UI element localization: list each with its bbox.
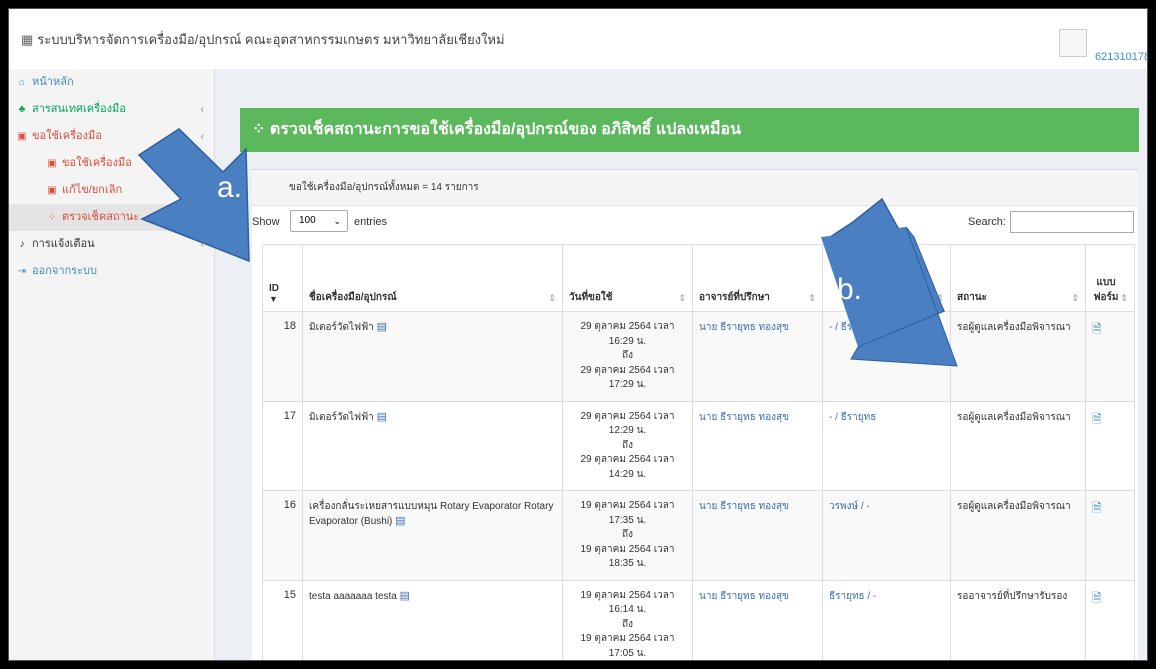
sort-icon: ⇕ — [808, 293, 816, 303]
cell-approver[interactable]: - / ธีรายุทธ — [822, 311, 951, 402]
col-header-name[interactable]: ชื่อเครื่องมือ/อุปกรณ์ ⇕ — [302, 244, 563, 312]
chevron-down-icon: ⌄ — [333, 216, 341, 226]
col-header-date[interactable]: วันที่ขอใช้ ⇕ — [562, 244, 693, 312]
requests-table: ID ▼ ชื่อเครื่องมือ/อุปกรณ์ ⇕ วันที่ขอใช้ ⇕… — [262, 244, 1135, 660]
request-count: ขอใช้เครื่องมือ/อุปกรณ์ทั้งหมด = 14 รายก… — [252, 170, 1138, 206]
document-icon[interactable]: 🗎 — [1092, 322, 1102, 336]
sidebar-item-logout[interactable]: ⇥ ออกจากระบบ — [9, 258, 214, 285]
col-header-advisor[interactable]: อาจารย์ที่ปรึกษา ⇕ — [692, 244, 823, 312]
cell-date: 19 ตุลาคม 2564 เวลา 16:14 น. ถึง 19 ตุลาคม… — [562, 579, 693, 660]
cell-form: 🗎 — [1085, 490, 1135, 581]
chevron-left-icon: ‹ — [200, 239, 204, 250]
sort-desc-icon: ▼ — [269, 294, 278, 304]
users-icon: ♣ — [18, 104, 26, 115]
cell-equipment: testa aaaaaaa testa ▤ — [302, 579, 563, 660]
cell-approver[interactable]: วรพงษ์ / - — [822, 490, 951, 581]
avatar[interactable] — [1059, 29, 1087, 57]
search-label: Search: — [968, 216, 1006, 228]
info-card-icon[interactable]: ▤ — [377, 411, 387, 423]
username[interactable]: 621310178 — [1095, 51, 1147, 63]
top-bar: ▦ ระบบบริหารจัดการเครื่องมือ/อุปกรณ์ คณะอ… — [9, 9, 1147, 70]
calendar-icon: ▣ — [17, 131, 27, 142]
col-header-status[interactable]: สถานะ ⇕ — [950, 244, 1086, 312]
cell-id: 16 — [262, 490, 303, 581]
sort-icon: ⇕ — [678, 293, 686, 303]
document-icon[interactable]: 🗎 — [1092, 501, 1102, 515]
grid-icon: ▦ — [21, 32, 34, 47]
table-header-row: ID ▼ ชื่อเครื่องมือ/อุปกรณ์ ⇕ วันที่ขอใช้ ⇕… — [262, 244, 1135, 312]
cell-approver[interactable]: ธีรายุทธ / - — [822, 579, 951, 660]
document-icon[interactable]: 🗎 — [1092, 591, 1102, 605]
cell-equipment: มิเตอร์วัดไฟฟ้า ▤ — [302, 311, 563, 402]
cell-form: 🗎 — [1085, 579, 1135, 660]
sort-icon: ⇕ — [548, 293, 556, 303]
sort-icon: ⇕ — [1071, 293, 1079, 303]
show-label: Show — [252, 216, 280, 228]
sidebar-item-home[interactable]: ⌂ หน้าหลัก — [9, 69, 214, 96]
spinner-icon: ⁘ — [47, 212, 57, 223]
app-title: ▦ ระบบบริหารจัดการเครื่องมือ/อุปกรณ์ คณะอ… — [21, 32, 505, 47]
logout-icon: ⇥ — [17, 266, 27, 277]
sidebar-item-equipment-info[interactable]: ♣ สารสนเทศเครื่องมือ ‹ — [9, 96, 214, 123]
cell-equipment: เครื่องกลั่นระเหยสารแบบหมุน Rotary Evapo… — [302, 490, 563, 581]
browser-window: ▦ ระบบบริหารจัดการเครื่องมือ/อุปกรณ์ คณะอ… — [8, 8, 1148, 661]
col-header-approver[interactable]: ⇕ — [822, 244, 951, 312]
status-box: ขอใช้เครื่องมือ/อุปกรณ์ทั้งหมด = 14 รายก… — [252, 169, 1138, 660]
cell-id: 17 — [262, 400, 303, 491]
cell-advisor[interactable]: นาย ธีรายุทธ ทองสุข — [692, 579, 823, 660]
table-row: 15 testa aaaaaaa testa ▤ 19 ตุลาคม 2564 … — [262, 579, 1135, 660]
sort-icon: ⇕ — [1120, 293, 1128, 303]
info-card-icon[interactable]: ▤ — [377, 321, 387, 333]
cell-equipment: มิเตอร์วัดไฟฟ้า ▤ — [302, 400, 563, 491]
cell-status: รอผู้ดูแลเครื่องมือพิจารณา — [950, 400, 1086, 491]
cell-date: 29 ตุลาคม 2564 เวลา 12:29 น. ถึง 29 ตุลาคม… — [562, 400, 693, 491]
sidebar-item-notifications[interactable]: ♪ การแจ้งเตือน ‹ — [9, 231, 214, 258]
main-content: ⁘ ตรวจเช็คสถานะการขอใช้เครื่องมือ/อุปกรณ… — [215, 69, 1147, 660]
info-card-icon[interactable]: ▤ — [395, 515, 405, 527]
bell-icon: ♪ — [19, 239, 25, 250]
col-header-id[interactable]: ID ▼ — [262, 244, 303, 312]
page-title: ⁘ ตรวจเช็คสถานะการขอใช้เครื่องมือ/อุปกรณ… — [240, 108, 1139, 152]
entries-select[interactable]: 100 ⌄ — [290, 210, 348, 232]
info-card-icon[interactable]: ▤ — [400, 590, 410, 602]
table-row: 18 มิเตอร์วัดไฟฟ้า ▤ 29 ตุลาคม 2564 เวลา… — [262, 311, 1135, 402]
entries-label: entries — [354, 216, 388, 228]
sidebar-subitem-edit-cancel[interactable]: ▣ แก้ไข/ยกเลิก — [9, 177, 214, 204]
home-icon: ⌂ — [18, 77, 26, 88]
spinner-icon: ⁘ — [252, 121, 270, 138]
cell-date: 19 ตุลาคม 2564 เวลา 17:35 น. ถึง 19 ตุลาคม… — [562, 490, 693, 581]
sort-icon: ⇕ — [936, 293, 944, 303]
cell-form: 🗎 — [1085, 311, 1135, 402]
cell-id: 15 — [262, 579, 303, 660]
table-row: 16 เครื่องกลั่นระเหยสารแบบหมุน Rotary Ev… — [262, 490, 1135, 581]
cell-status: รอผู้ดูแลเครื่องมือพิจารณา — [950, 311, 1086, 402]
chevron-left-icon: ‹ — [200, 104, 204, 115]
table-row: 17 มิเตอร์วัดไฟฟ้า ▤ 29 ตุลาคม 2564 เวลา… — [262, 400, 1135, 491]
sidebar-item-request-equipment[interactable]: ▣ ขอใช้เครื่องมือ ‹ — [9, 123, 214, 150]
cell-status: รอผู้ดูแลเครื่องมือพิจารณา — [950, 490, 1086, 581]
col-header-form[interactable]: แบบฟอร์ม ⇕ — [1085, 244, 1135, 312]
sidebar-subitem-request[interactable]: ▣ ขอใช้เครื่องมือ — [9, 150, 214, 177]
cell-date: 29 ตุลาคม 2564 เวลา 16:29 น. ถึง 29 ตุลาคม… — [562, 311, 693, 402]
cell-advisor[interactable]: นาย ธีรายุทธ ทองสุข — [692, 490, 823, 581]
cell-advisor[interactable]: นาย ธีรายุทธ ทองสุข — [692, 311, 823, 402]
document-icon[interactable]: 🗎 — [1092, 412, 1102, 426]
calendar-icon: ▣ — [47, 158, 57, 169]
cell-advisor[interactable]: นาย ธีรายุทธ ทองสุข — [692, 400, 823, 491]
cell-status: รออาจารย์ที่ปรึกษารับรอง — [950, 579, 1086, 660]
search-input[interactable] — [1010, 211, 1134, 233]
chevron-down-icon: ‹ — [200, 131, 204, 142]
calendar-icon: ▣ — [47, 185, 57, 196]
cell-form: 🗎 — [1085, 400, 1135, 491]
sidebar-subitem-check-status[interactable]: ⁘ ตรวจเช็คสถานะ — [9, 204, 214, 231]
cell-approver[interactable]: - / ธีรายุทธ — [822, 400, 951, 491]
cell-id: 18 — [262, 311, 303, 402]
sidebar: ⌂ หน้าหลัก ♣ สารสนเทศเครื่องมือ ‹ ▣ ขอใช้เค… — [9, 69, 215, 660]
